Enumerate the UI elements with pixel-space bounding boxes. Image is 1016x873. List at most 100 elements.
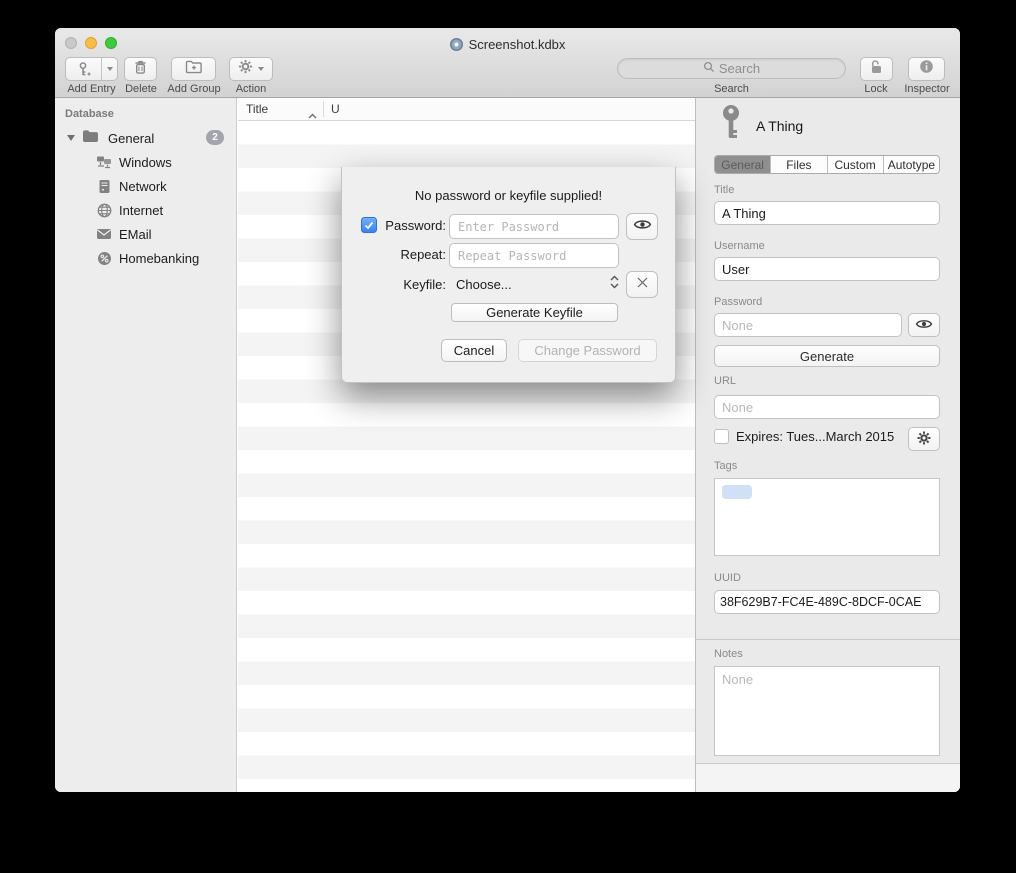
change-password-label: Change Password [534, 343, 640, 358]
sidebar-item-label: Network [119, 179, 167, 194]
entry-header: A Thing [720, 104, 803, 147]
column-divider[interactable] [323, 101, 324, 117]
expires-settings-button[interactable] [908, 427, 940, 451]
window-title: Screenshot.kdbx [55, 37, 960, 52]
tab-general[interactable]: General [715, 156, 771, 173]
stepper-icon [610, 275, 619, 289]
action-button[interactable] [229, 57, 273, 81]
dialog-keyfile-label: Keyfile: [342, 277, 446, 292]
dialog-password-input[interactable] [449, 214, 619, 239]
percent-icon [96, 250, 112, 266]
dialog-repeat-input[interactable] [449, 243, 619, 268]
sidebar-item-windows[interactable]: Windows [55, 150, 236, 174]
inspector-footer [696, 764, 960, 792]
folder-plus-icon [185, 59, 203, 79]
envelope-icon [96, 226, 112, 242]
password-dialog: No password or keyfile supplied! Passwor… [341, 167, 676, 383]
action-label: Action [229, 83, 273, 95]
workgroup-icon [96, 154, 112, 170]
sidebar-item-label: Internet [119, 203, 163, 218]
app-window: Screenshot.kdbx Add Entry Delete Add Gro… [55, 28, 960, 792]
reveal-password-button[interactable] [908, 313, 940, 337]
password-field[interactable] [714, 313, 902, 337]
content-area: Database General 2 Windows Network [55, 98, 960, 792]
username-field[interactable] [714, 257, 940, 281]
info-icon [919, 59, 934, 79]
keyfile-dropdown[interactable]: Choose... [449, 271, 619, 297]
search-label: Search [617, 83, 846, 95]
document-icon [450, 38, 463, 51]
uuid-field[interactable] [714, 590, 940, 614]
chevron-down-icon [258, 67, 264, 71]
cancel-button-label: Cancel [454, 343, 494, 358]
sidebar-item-network[interactable]: Network [55, 174, 236, 198]
search-icon [703, 61, 715, 76]
chevron-down-icon [107, 67, 113, 71]
cancel-button[interactable]: Cancel [441, 339, 507, 362]
gear-icon [238, 59, 253, 79]
add-entry-button[interactable] [65, 57, 118, 81]
tab-files[interactable]: Files [771, 156, 827, 173]
search-input[interactable]: Search [617, 58, 846, 79]
server-icon [96, 178, 112, 194]
sidebar-item-email[interactable]: EMail [55, 222, 236, 246]
sidebar-item-internet[interactable]: Internet [55, 198, 236, 222]
inspector-panel: A Thing General Files Custom Autotype Ti… [695, 98, 960, 792]
tags-label: Tags [714, 460, 737, 472]
unlock-icon [869, 59, 884, 80]
disclosure-triangle-icon[interactable] [67, 135, 75, 141]
sidebar-item-label: EMail [119, 227, 152, 242]
lock-label: Lock [846, 83, 906, 95]
title-field[interactable] [714, 201, 940, 225]
lock-button[interactable] [860, 57, 893, 81]
column-header-title[interactable]: Title [246, 102, 268, 116]
inspector-label: Inspector [898, 83, 956, 95]
uuid-label: UUID [714, 572, 741, 584]
notes-field[interactable]: None [714, 666, 940, 756]
dialog-repeat-label: Repeat: [342, 247, 446, 262]
key-plus-icon [66, 61, 101, 78]
dialog-reveal-button[interactable] [626, 213, 658, 240]
add-entry-dropdown[interactable] [101, 58, 117, 80]
entry-count-badge: 2 [206, 130, 224, 145]
entry-title: A Thing [756, 118, 803, 134]
column-header-username[interactable]: U [331, 102, 340, 116]
eye-icon [915, 318, 933, 333]
gear-icon [917, 431, 931, 448]
generate-keyfile-button[interactable]: Generate Keyfile [451, 303, 618, 322]
url-field[interactable] [714, 395, 940, 419]
expires-row: Expires: Tues...March 2015 [714, 429, 894, 444]
dialog-password-label: Password: [342, 218, 446, 233]
search-placeholder: Search [719, 61, 760, 76]
tags-box[interactable] [714, 478, 940, 556]
folder-icon [82, 129, 99, 148]
password-field-label: Password [714, 296, 762, 308]
delete-button[interactable] [124, 57, 157, 81]
notes-label: Notes [714, 648, 743, 660]
sidebar-group-label: General [108, 131, 154, 146]
sidebar-item-label: Windows [119, 155, 172, 170]
titlebar-toolbar: Screenshot.kdbx Add Entry Delete Add Gro… [55, 28, 960, 98]
sidebar-group-general[interactable]: General 2 [55, 126, 236, 150]
sidebar-item-homebanking[interactable]: Homebanking [55, 246, 236, 270]
title-field-label: Title [714, 184, 734, 196]
trash-icon [133, 59, 148, 80]
username-field-label: Username [714, 240, 765, 252]
key-icon [720, 104, 742, 147]
inspector-tabs: General Files Custom Autotype [714, 155, 940, 174]
sidebar-item-label: Homebanking [119, 251, 199, 266]
generate-password-button[interactable]: Generate [714, 345, 940, 367]
sidebar-section-header: Database [65, 108, 114, 120]
keyfile-value: Choose... [456, 277, 512, 292]
generate-button-label: Generate [800, 349, 854, 364]
add-group-button[interactable] [171, 57, 216, 81]
divider [696, 639, 960, 640]
expires-checkbox[interactable] [714, 429, 729, 444]
dialog-message: No password or keyfile supplied! [342, 188, 675, 203]
tab-custom[interactable]: Custom [828, 156, 884, 173]
tag-token[interactable] [722, 485, 752, 499]
clear-keyfile-button[interactable] [626, 271, 658, 298]
tab-autotype[interactable]: Autotype [884, 156, 939, 173]
change-password-button[interactable]: Change Password [518, 339, 657, 362]
inspector-button[interactable] [908, 57, 945, 81]
